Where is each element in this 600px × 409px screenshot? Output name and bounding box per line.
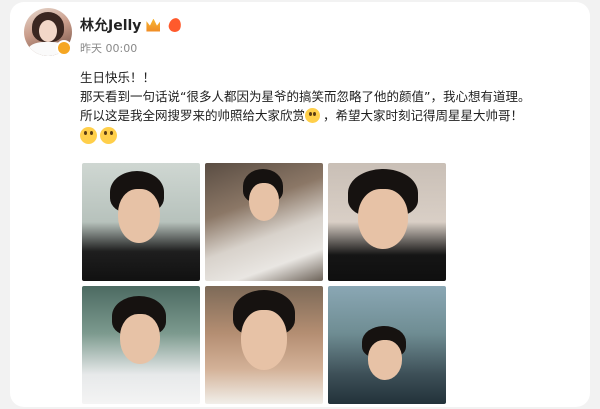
emoji-row (80, 127, 580, 146)
post-text: 生日快乐！！ 那天看到一句话说“很多人都因为星爷的搞笑而忽略了他的颜值”，我心想… (80, 68, 580, 146)
photo-2[interactable] (205, 163, 323, 281)
grin-emoji-icon (100, 127, 117, 144)
shy-emoji-icon (305, 108, 321, 123)
weibo-post-card: 林允Jelly 昨天 00:00 生日快乐！！ 那天看到一句话说“很多人都因为星… (10, 2, 590, 407)
photo-3[interactable] (328, 163, 446, 281)
post-line-2: 那天看到一句话说“很多人都因为星爷的搞笑而忽略了他的颜值”，我心想有道理。 (80, 89, 531, 104)
verified-badge-icon (56, 40, 72, 56)
photo-3-face (358, 189, 408, 249)
post-line-3: 所以这是我全网搜罗来的帅照给大家欣赏 ，希望大家时刻记得周星星大帅哥！ (80, 106, 580, 125)
post-line-1: 生日快乐！！ (80, 70, 156, 85)
photo-6[interactable] (328, 286, 446, 404)
photo-grid (82, 163, 446, 404)
grin-emoji-icon (80, 127, 97, 144)
crown-icon (146, 18, 161, 32)
post-line-3-part-2: ，希望大家时刻记得周星星大帅哥！ (323, 108, 524, 123)
photo-6-face (368, 340, 402, 380)
photo-2-face (249, 183, 279, 221)
photo-1[interactable] (82, 163, 200, 281)
avatar-face (39, 20, 57, 42)
photo-4[interactable] (82, 286, 200, 404)
flame-icon (167, 16, 184, 34)
photo-4-face (120, 314, 160, 364)
post-line-3-part-1: 所以这是我全网搜罗来的帅照给大家欣赏 (80, 108, 306, 123)
username[interactable]: 林允Jelly (80, 15, 141, 35)
post-time: 昨天 00:00 (80, 42, 138, 55)
photo-1-face (118, 189, 160, 243)
photo-5-face (241, 310, 287, 370)
photo-5[interactable] (205, 286, 323, 404)
name-row: 林允Jelly (80, 14, 184, 36)
